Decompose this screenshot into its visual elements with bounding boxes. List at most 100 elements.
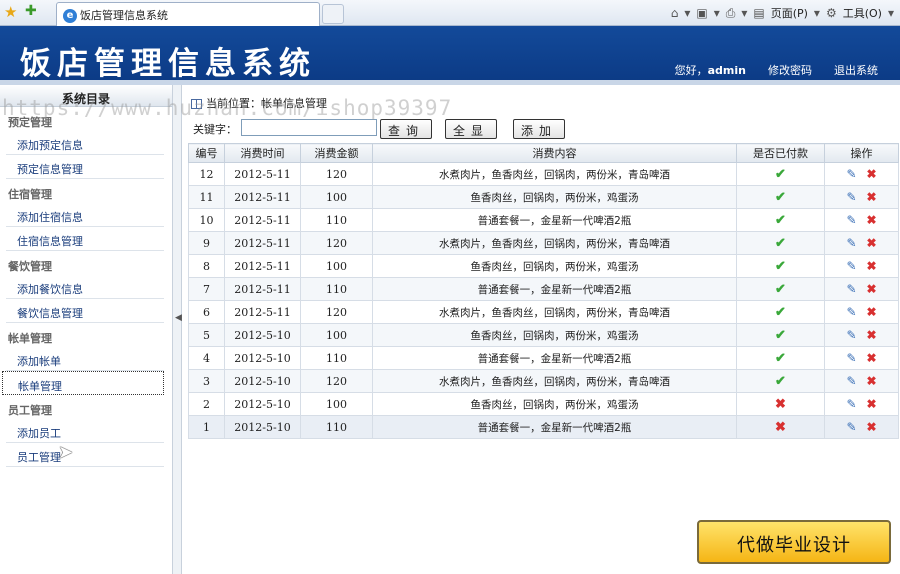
sidebar-splitter[interactable]: ◀ [172, 85, 182, 574]
home-icon[interactable]: ⌂ [671, 6, 679, 20]
edit-pencil-icon[interactable]: ✎ [846, 328, 856, 342]
delete-icon[interactable]: ✖ [867, 190, 877, 204]
change-password-link[interactable]: 修改密码 [768, 62, 812, 78]
bill-table: 编号 消费时间 消费金额 消费内容 是否已付款 操作 12 2012-5-11 12… [188, 143, 899, 439]
sidebar-section-billing[interactable]: 帐单管理 [0, 323, 172, 347]
keyword-input[interactable] [241, 119, 377, 136]
table-row: 8 2012-5-11 100 鱼香肉丝，回锅肉，两份米，鸡蛋汤 ✔ ✎ ✖ [188, 254, 899, 278]
cell-id: 6 [188, 300, 225, 324]
cell-date: 2012-5-11 [224, 185, 301, 209]
delete-icon[interactable]: ✖ [867, 305, 877, 319]
cell-amount: 100 [300, 392, 373, 416]
cell-actions: ✎ ✖ [824, 208, 899, 232]
edit-pencil-icon[interactable]: ✎ [846, 236, 856, 250]
cell-paid: ✔ [736, 369, 825, 393]
cell-content: 水煮肉片，鱼香肉丝，回锅肉，两份米，青岛啤酒 [372, 300, 737, 324]
cell-actions: ✎ ✖ [824, 415, 899, 439]
col-amount[interactable]: 消费金额 [300, 143, 373, 163]
table-row: 6 2012-5-11 120 水煮肉片，鱼香肉丝，回锅肉，两份米，青岛啤酒 ✔ ✎ ✖ [188, 300, 899, 324]
delete-icon[interactable]: ✖ [867, 351, 877, 365]
sidebar-title: 系统目录 [0, 85, 172, 107]
edit-pencil-icon[interactable]: ✎ [846, 190, 856, 204]
username: admin [707, 64, 746, 77]
keyword-label: 关键字： [193, 123, 237, 136]
table-row: 4 2012-5-10 110 普通套餐一，金星新一代啤酒2瓶 ✔ ✎ ✖ [188, 346, 899, 370]
sidebar-item-manage-bill[interactable]: 帐单管理 [2, 371, 164, 395]
add-button[interactable]: 添加 [513, 119, 565, 139]
delete-icon[interactable]: ✖ [867, 328, 877, 342]
cell-amount: 120 [300, 369, 373, 393]
sidebar-item-manage-reservation[interactable]: 预定信息管理 [6, 155, 164, 179]
gear-icon: ⚙ [825, 6, 837, 20]
sidebar-item-add-staff[interactable]: 添加员工 [6, 419, 164, 443]
cell-actions: ✎ ✖ [824, 346, 899, 370]
delete-icon[interactable]: ✖ [867, 236, 877, 250]
cell-id: 12 [188, 162, 225, 186]
sidebar-item-add-bill[interactable]: 添加帐单 [6, 347, 164, 371]
sidebar-section-staff[interactable]: 员工管理 [0, 395, 172, 419]
tools-menu[interactable]: 工具(O) [843, 5, 882, 21]
cell-id: 4 [188, 346, 225, 370]
check-icon: ✔ [775, 212, 786, 228]
cell-paid: ✔ [736, 231, 825, 255]
cell-date: 2012-5-11 [224, 208, 301, 232]
check-icon: ✔ [775, 166, 786, 182]
sidebar-section-lodging[interactable]: 住宿管理 [0, 179, 172, 203]
sidebar-item-add-reservation[interactable]: 添加预定信息 [6, 131, 164, 155]
cell-actions: ✎ ✖ [824, 300, 899, 324]
browser-tab[interactable]: e 饭店管理信息系统 [56, 2, 320, 26]
table-row: 5 2012-5-10 100 鱼香肉丝，回锅肉，两份米，鸡蛋汤 ✔ ✎ ✖ [188, 323, 899, 347]
query-button[interactable]: 查询 [380, 119, 432, 139]
check-icon: ✔ [775, 235, 786, 251]
col-paid[interactable]: 是否已付款 [736, 143, 825, 163]
delete-icon[interactable]: ✖ [867, 397, 877, 411]
col-id[interactable]: 编号 [188, 143, 225, 163]
sidebar-item-add-dining[interactable]: 添加餐饮信息 [6, 275, 164, 299]
cell-date: 2012-5-11 [224, 162, 301, 186]
col-date[interactable]: 消费时间 [224, 143, 301, 163]
delete-icon[interactable]: ✖ [867, 374, 877, 388]
sidebar-item-manage-staff[interactable]: 员工管理 [6, 443, 164, 467]
sidebar-section-dining[interactable]: 餐饮管理 [0, 251, 172, 275]
delete-icon[interactable]: ✖ [867, 420, 877, 434]
edit-pencil-icon[interactable]: ✎ [846, 213, 856, 227]
page-menu[interactable]: 页面(P) [771, 5, 808, 21]
edit-pencil-icon[interactable]: ✎ [846, 167, 856, 181]
cross-icon: ✖ [775, 419, 786, 435]
cell-paid: ✔ [736, 346, 825, 370]
edit-pencil-icon[interactable]: ✎ [846, 305, 856, 319]
print-icon[interactable]: ⎙ [726, 6, 736, 21]
edit-pencil-icon[interactable]: ✎ [846, 282, 856, 296]
edit-pencil-icon[interactable]: ✎ [846, 420, 856, 434]
cell-content: 鱼香肉丝，回锅肉，两份米，鸡蛋汤 [372, 392, 737, 416]
delete-icon[interactable]: ✖ [867, 282, 877, 296]
cell-amount: 100 [300, 185, 373, 209]
sidebar-section-reservation[interactable]: 预定管理 [0, 107, 172, 131]
show-all-button[interactable]: 全显 [445, 119, 497, 139]
promo-banner[interactable]: 代做毕业设计 [697, 520, 891, 564]
cell-id: 9 [188, 231, 225, 255]
favorites-star-icon[interactable]: ★ [4, 3, 17, 21]
cell-paid: ✖ [736, 392, 825, 416]
mouse-cursor-icon: ➤ [58, 442, 74, 463]
edit-pencil-icon[interactable]: ✎ [846, 397, 856, 411]
sidebar-item-manage-lodging[interactable]: 住宿信息管理 [6, 227, 164, 251]
col-content[interactable]: 消费内容 [372, 143, 737, 163]
feeds-icon[interactable]: ▣ [696, 6, 707, 20]
edit-pencil-icon[interactable]: ✎ [846, 351, 856, 365]
cell-paid: ✔ [736, 277, 825, 301]
sidebar-item-manage-dining[interactable]: 餐饮信息管理 [6, 299, 164, 323]
cell-paid: ✔ [736, 323, 825, 347]
delete-icon[interactable]: ✖ [867, 259, 877, 273]
collapse-arrow-icon[interactable]: ◀ [175, 313, 182, 323]
edit-pencil-icon[interactable]: ✎ [846, 259, 856, 273]
delete-icon[interactable]: ✖ [867, 213, 877, 227]
edit-pencil-icon[interactable]: ✎ [846, 374, 856, 388]
cell-paid: ✖ [736, 415, 825, 439]
logout-link[interactable]: 退出系统 [834, 62, 878, 78]
cell-content: 水煮肉片，鱼香肉丝，回锅肉，两份米，青岛啤酒 [372, 369, 737, 393]
add-favorite-icon[interactable]: ✚ [25, 3, 37, 19]
new-tab-button[interactable] [322, 4, 344, 24]
delete-icon[interactable]: ✖ [867, 167, 877, 181]
sidebar-item-add-lodging[interactable]: 添加住宿信息 [6, 203, 164, 227]
